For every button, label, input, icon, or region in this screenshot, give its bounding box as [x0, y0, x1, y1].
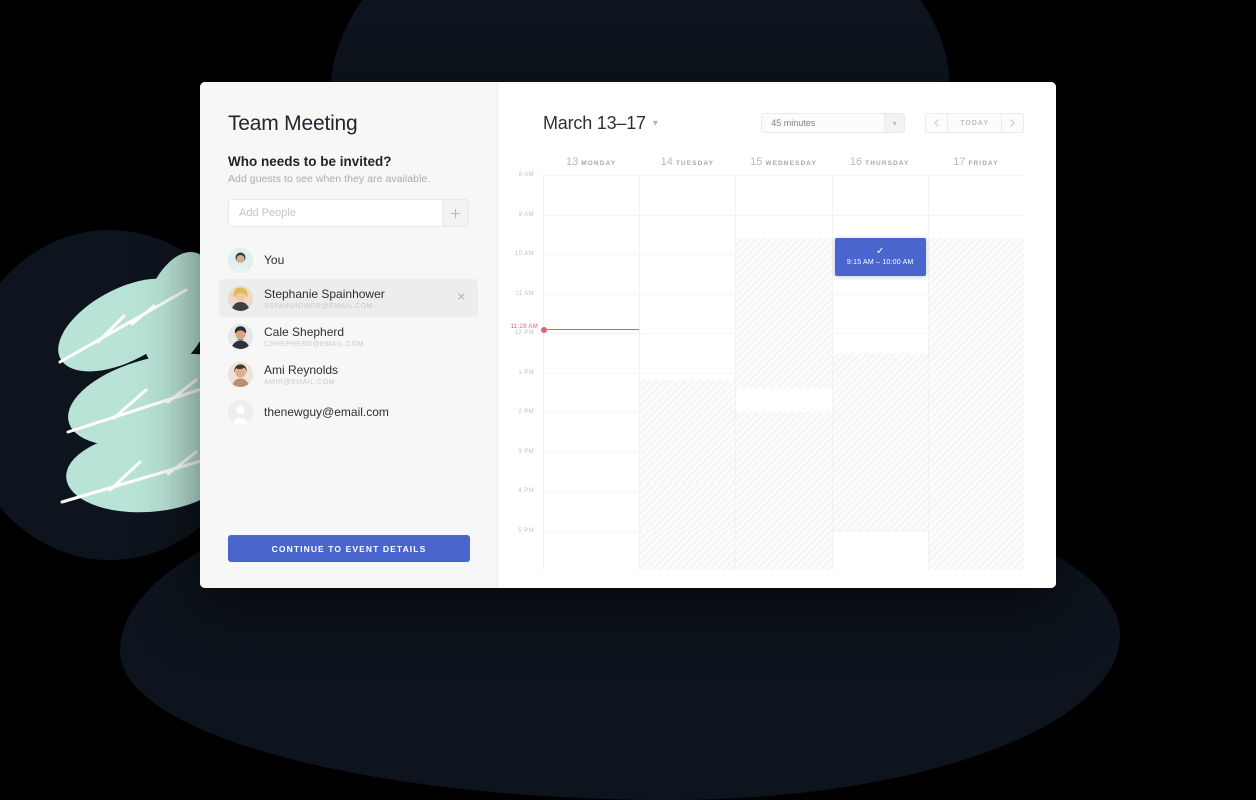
- day-column[interactable]: 11:28 AM: [511, 175, 641, 570]
- grid-body: 11:28 AM ✓ 9:15 AM – 10:00 AM: [511, 175, 1025, 570]
- time-label: 5 PM: [518, 527, 534, 534]
- check-icon: ✓: [876, 246, 885, 258]
- person-email: SSPAINHOWER@EMAIL.COM: [264, 302, 373, 310]
- person-name: thenewguy@email.com: [264, 404, 389, 419]
- current-time-label: 11:28 AM: [510, 324, 538, 331]
- calendar-pane: March 13–17 ▾ 45 minutes ▾ TODAY 13 MOND…: [498, 82, 1056, 588]
- next-week-button[interactable]: [1002, 113, 1024, 133]
- time-label: 2 PM: [518, 409, 534, 415]
- calendar-controls: 45 minutes ▾ TODAY: [761, 113, 1024, 133]
- time-label: 9 AM: [518, 211, 534, 218]
- close-icon[interactable]: ✕: [457, 292, 466, 304]
- list-item[interactable]: Cale Shepherd CSHEPHERD@EMAIL.COM: [219, 317, 478, 355]
- add-people-row: [228, 199, 469, 227]
- continue-to-event-details-button[interactable]: CONTINUE TO EVENT DETAILS: [228, 535, 470, 562]
- day-name: THURSDAY: [865, 160, 910, 167]
- day-header: 13 MONDAY: [543, 152, 639, 168]
- day-column[interactable]: ✓ 9:15 AM – 10:00 AM: [832, 175, 929, 570]
- time-label: 10 AM: [514, 251, 534, 257]
- time-axis: 8 AM 9 AM 10 AM 11 AM 12 PM 1 PM 2 PM 3 PM 4 PM 5…: [498, 172, 543, 570]
- avatar: [228, 323, 253, 349]
- plus-icon[interactable]: [442, 200, 468, 226]
- day-header: 16 THURSDAY: [832, 152, 928, 168]
- day-name: TUESDAY: [675, 160, 715, 167]
- time-label: 12 PM: [514, 330, 534, 336]
- calendar-grid: 8 AM 9 AM 10 AM 11 AM 12 PM 1 PM 2 PM 3 PM 4 PM 5…: [498, 172, 1025, 570]
- busy-block: [832, 352, 928, 531]
- invite-panel: Team Meeting Who needs to be invited? Ad…: [200, 82, 498, 588]
- day-number: 13: [566, 156, 579, 168]
- person-email: CSHEPHERD@EMAIL.COM: [264, 340, 364, 348]
- day-number: 16: [849, 156, 863, 168]
- chevron-down-icon: ▾: [652, 117, 658, 129]
- avatar: [228, 361, 253, 387]
- day-number: 15: [750, 156, 763, 168]
- busy-block: [928, 238, 1025, 570]
- day-number: 14: [660, 156, 673, 168]
- avatar-placeholder-icon: [228, 399, 253, 425]
- people-list: You Stephanie Spainhower SSPAINHOWER@EMA…: [219, 241, 478, 431]
- person-name: You: [264, 252, 285, 267]
- current-time-indicator: 11:28 AM: [511, 324, 640, 333]
- screenshot-root: Team Meeting Who needs to be invited? Ad…: [0, 0, 1256, 800]
- today-button[interactable]: TODAY: [947, 113, 1002, 133]
- busy-block: [736, 412, 832, 570]
- day-header-row: 13 MONDAY 14 TUESDAY 15 WEDNESDAY 16 THURSDA…: [498, 152, 1024, 168]
- busy-block: [640, 483, 736, 531]
- day-column[interactable]: [640, 175, 737, 570]
- list-item[interactable]: You: [219, 241, 478, 279]
- calendar-header: March 13–17 ▾ 45 minutes ▾ TODAY: [498, 108, 1024, 138]
- date-range-selector[interactable]: March 13–17 ▾: [543, 113, 658, 134]
- day-name: FRIDAY: [968, 160, 999, 167]
- list-item[interactable]: Ami Reynolds AMIR@EMAIL.COM: [219, 355, 478, 393]
- day-columns: 11:28 AM ✓ 9:15 AM – 10:00 AM: [511, 175, 1025, 570]
- day-name: MONDAY: [581, 160, 617, 167]
- time-label: 8 AM: [518, 172, 534, 178]
- page-title: Team Meeting: [228, 112, 358, 135]
- date-range-label: March 13–17: [543, 112, 646, 133]
- day-header: 14 TUESDAY: [639, 152, 735, 168]
- person-name: Cale Shepherd: [264, 324, 345, 339]
- busy-block: [736, 238, 832, 389]
- person-name: Ami Reynolds: [264, 362, 339, 377]
- day-column[interactable]: [736, 175, 833, 570]
- invite-subtitle: Add guests to see when they are availabl…: [228, 173, 431, 185]
- chevron-down-icon: ▾: [884, 114, 905, 132]
- add-people-input[interactable]: [229, 200, 442, 226]
- time-label: 1 PM: [518, 369, 534, 376]
- time-label: 4 PM: [518, 488, 534, 494]
- duration-value: 45 minutes: [771, 118, 816, 128]
- day-column[interactable]: [928, 175, 1025, 570]
- time-label: 11 AM: [515, 290, 534, 297]
- day-header: 17 FRIDAY: [928, 152, 1024, 168]
- avatar: [228, 285, 253, 311]
- list-item[interactable]: Stephanie Spainhower SSPAINHOWER@EMAIL.C…: [219, 279, 478, 317]
- duration-select[interactable]: 45 minutes ▾: [761, 113, 906, 133]
- avatar: [228, 247, 253, 273]
- person-email: AMIR@EMAIL.COM: [264, 378, 335, 386]
- app-window: Team Meeting Who needs to be invited? Ad…: [200, 82, 1056, 588]
- busy-block: [640, 380, 736, 570]
- list-item[interactable]: thenewguy@email.com: [219, 393, 478, 431]
- day-header: 15 WEDNESDAY: [735, 152, 831, 168]
- day-name: WEDNESDAY: [765, 160, 817, 167]
- week-navigation: TODAY: [925, 113, 1024, 133]
- invite-question: Who needs to be invited?: [228, 154, 392, 169]
- time-label: 3 PM: [518, 448, 534, 455]
- event-time-label: 9:15 AM – 10:00 AM: [846, 259, 914, 267]
- current-time-dot: [541, 326, 547, 333]
- person-name: Stephanie Spainhower: [264, 286, 385, 301]
- day-number: 17: [953, 156, 966, 168]
- prev-week-button[interactable]: [925, 113, 948, 133]
- selected-event-block[interactable]: ✓ 9:15 AM – 10:00 AM: [834, 238, 926, 276]
